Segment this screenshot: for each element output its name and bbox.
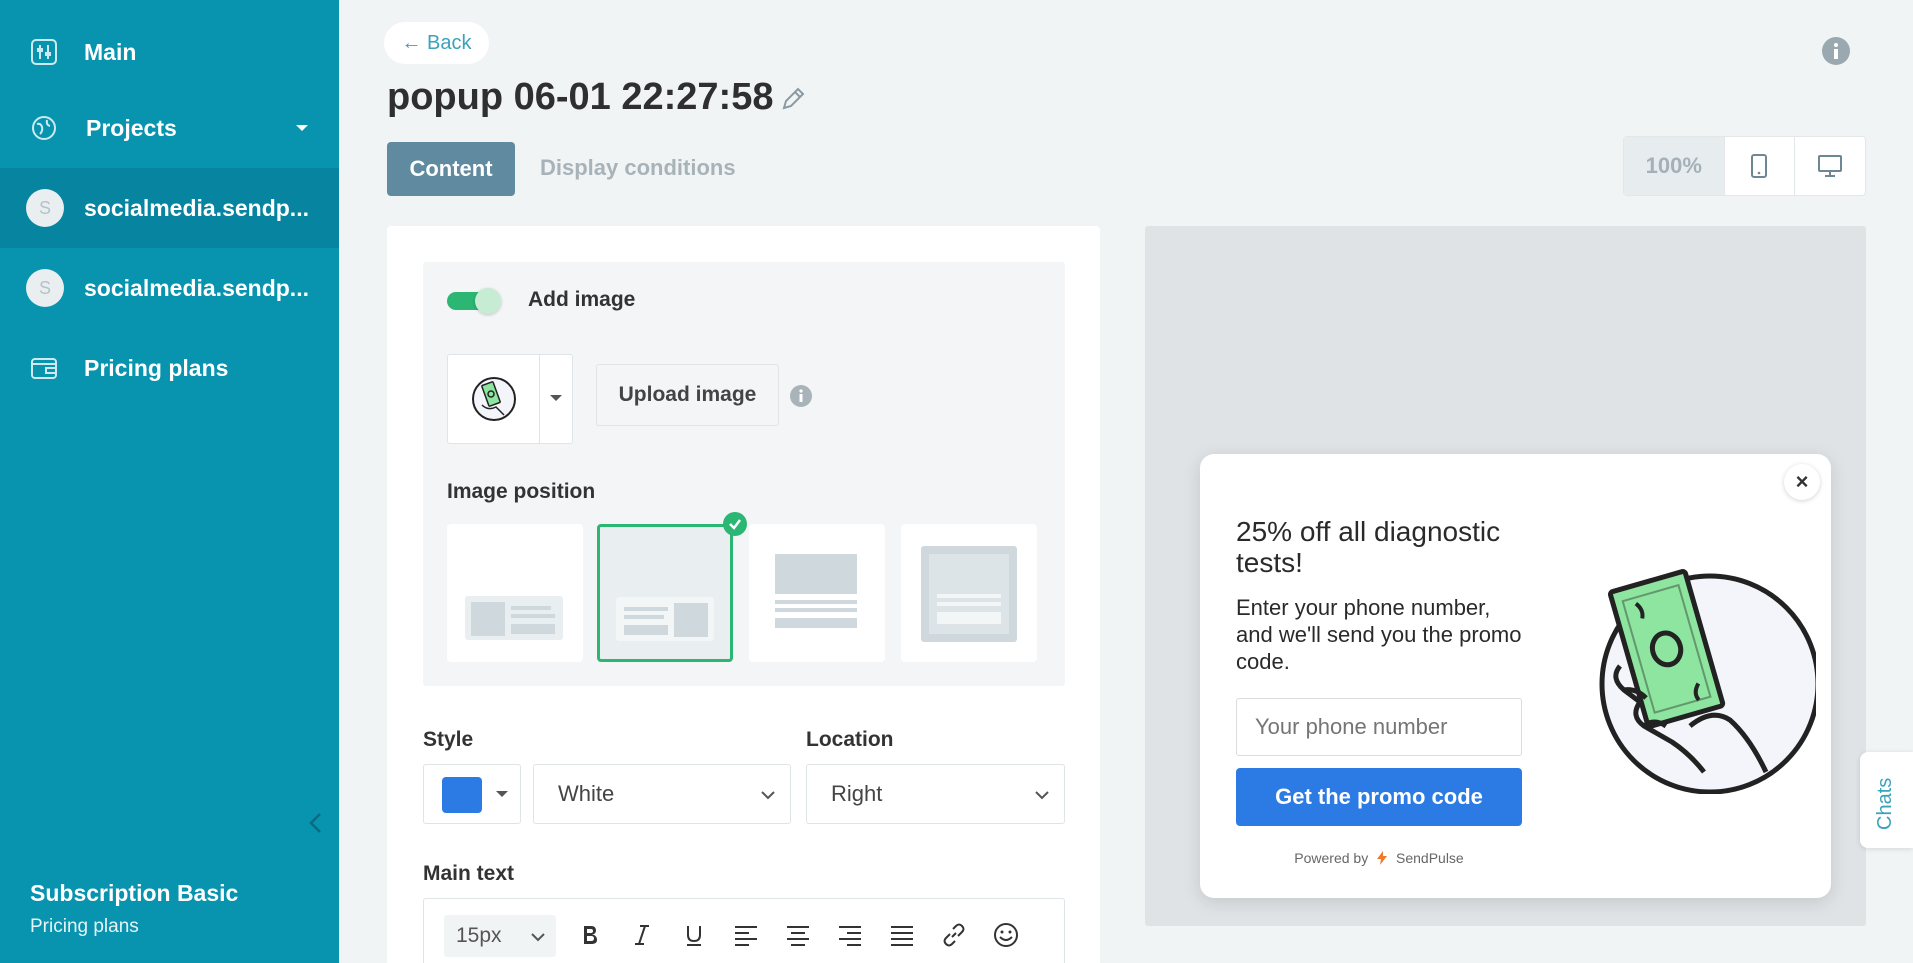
main-text-label: Main text [423, 862, 515, 885]
sidebar-item-project[interactable]: S socialmedia.sendp... [0, 168, 339, 248]
italic-icon [635, 925, 649, 945]
sliders-icon [30, 38, 58, 66]
sidebar-item-pricing[interactable]: Pricing plans [0, 328, 339, 408]
location-select-value: Right [831, 781, 883, 806]
pricing-plans-link[interactable]: Pricing plans [30, 916, 139, 938]
image-position-option-top[interactable] [749, 524, 885, 662]
caret-down-icon [296, 125, 308, 131]
align-right-icon [839, 926, 861, 946]
zoom-level[interactable]: 100% [1624, 137, 1724, 195]
align-left-icon [735, 926, 757, 946]
font-size-select[interactable]: 15px [444, 915, 556, 957]
pencil-icon[interactable] [780, 86, 806, 112]
money-hand-icon [471, 377, 516, 421]
image-position-option-right[interactable] [597, 524, 733, 662]
mobile-icon [1751, 154, 1768, 178]
chevron-down-icon [531, 933, 545, 942]
chevron-down-icon [761, 791, 775, 800]
powered-by-text: Powered by [1294, 850, 1369, 866]
popup-body-text: Enter your phone number, and we'll send … [1236, 595, 1522, 674]
caret-down-icon [550, 395, 562, 401]
smiley-icon [994, 923, 1018, 947]
sidebar-item-label: socialmedia.sendp... [84, 194, 309, 221]
subscription-title: Subscription Basic [30, 880, 239, 906]
text-editor-toolbar: 15px [423, 898, 1065, 963]
collapse-sidebar-icon[interactable] [306, 810, 326, 836]
check-icon [723, 512, 747, 536]
popup-heading: 25% off all diagnostic tests! [1236, 516, 1501, 578]
align-right-button[interactable] [834, 919, 866, 951]
get-promo-button[interactable]: Get the promo code [1236, 768, 1522, 826]
page-title: popup 06-01 22:27:58 [387, 76, 774, 118]
mobile-view-button[interactable] [1723, 137, 1795, 195]
sidebar-item-main[interactable]: Main [0, 12, 339, 92]
globe-icon [30, 114, 58, 142]
avatar: S [26, 269, 64, 307]
back-button[interactable]: ← Back [384, 22, 489, 64]
underline-icon [687, 926, 701, 946]
chats-label: Chats [1874, 777, 1896, 830]
view-controls: 100% [1623, 136, 1866, 196]
emoji-button[interactable] [990, 919, 1022, 951]
style-select-value: White [558, 781, 615, 806]
info-icon[interactable] [789, 384, 813, 408]
add-image-toggle[interactable] [447, 288, 503, 314]
sidebar-item-label: Projects [86, 114, 177, 141]
font-size-value: 15px [456, 924, 502, 947]
content-panel: Add image Upload image Image position St… [387, 226, 1100, 963]
upload-image-button[interactable]: Upload image [596, 364, 779, 426]
underline-button[interactable] [678, 919, 710, 951]
wallet-icon [30, 354, 58, 382]
bolt-icon [1377, 851, 1388, 865]
chats-tab[interactable]: Chats [1860, 752, 1913, 848]
toggle-knob [475, 288, 501, 314]
powered-by: Powered by SendPulse [1236, 850, 1522, 866]
align-justify-icon [891, 926, 913, 946]
image-position-option-left[interactable] [447, 524, 583, 662]
sidebar: Main Projects S socialmedia.sendp... S s… [0, 0, 339, 963]
phone-input[interactable] [1236, 698, 1522, 756]
image-settings: Add image Upload image Image position [423, 262, 1065, 686]
sidebar-item-projects[interactable]: Projects [0, 88, 339, 168]
tab-display-conditions[interactable]: Display conditions [540, 155, 736, 181]
location-label: Location [806, 728, 894, 751]
align-center-button[interactable] [782, 919, 814, 951]
desktop-view-button[interactable] [1794, 137, 1865, 195]
image-position-label: Image position [447, 480, 596, 503]
link-icon [943, 923, 965, 947]
info-icon[interactable] [1821, 36, 1851, 66]
avatar: S [26, 189, 64, 227]
bold-button[interactable] [574, 919, 606, 951]
sidebar-item-label: Pricing plans [84, 354, 229, 381]
popup-preview: × 25% off all diagnostic tests! Enter yo… [1200, 454, 1831, 898]
money-hand-illustration [1599, 569, 1816, 794]
sidebar-item-label: Main [84, 38, 137, 65]
style-select[interactable]: White [533, 764, 791, 824]
link-button[interactable] [938, 919, 970, 951]
location-select[interactable]: Right [806, 764, 1065, 824]
close-button[interactable]: × [1784, 464, 1820, 500]
bold-icon [584, 926, 597, 944]
sidebar-item-project[interactable]: S socialmedia.sendp... [0, 248, 339, 328]
align-center-icon [787, 926, 809, 946]
desktop-icon [1818, 155, 1843, 177]
chevron-down-icon [1035, 791, 1049, 800]
caret-down-icon [496, 791, 508, 797]
brand-name: SendPulse [1396, 850, 1464, 866]
align-justify-button[interactable] [886, 919, 918, 951]
add-image-label: Add image [528, 288, 636, 311]
color-picker[interactable] [423, 764, 521, 824]
image-select[interactable] [447, 354, 573, 444]
color-swatch [442, 777, 482, 813]
italic-button[interactable] [626, 919, 658, 951]
image-thumbnail [448, 355, 540, 443]
tab-content[interactable]: Content [387, 142, 515, 196]
style-label: Style [423, 728, 474, 751]
align-left-button[interactable] [730, 919, 762, 951]
image-position-option-background[interactable] [901, 524, 1037, 662]
sidebar-item-label: socialmedia.sendp... [84, 274, 309, 301]
